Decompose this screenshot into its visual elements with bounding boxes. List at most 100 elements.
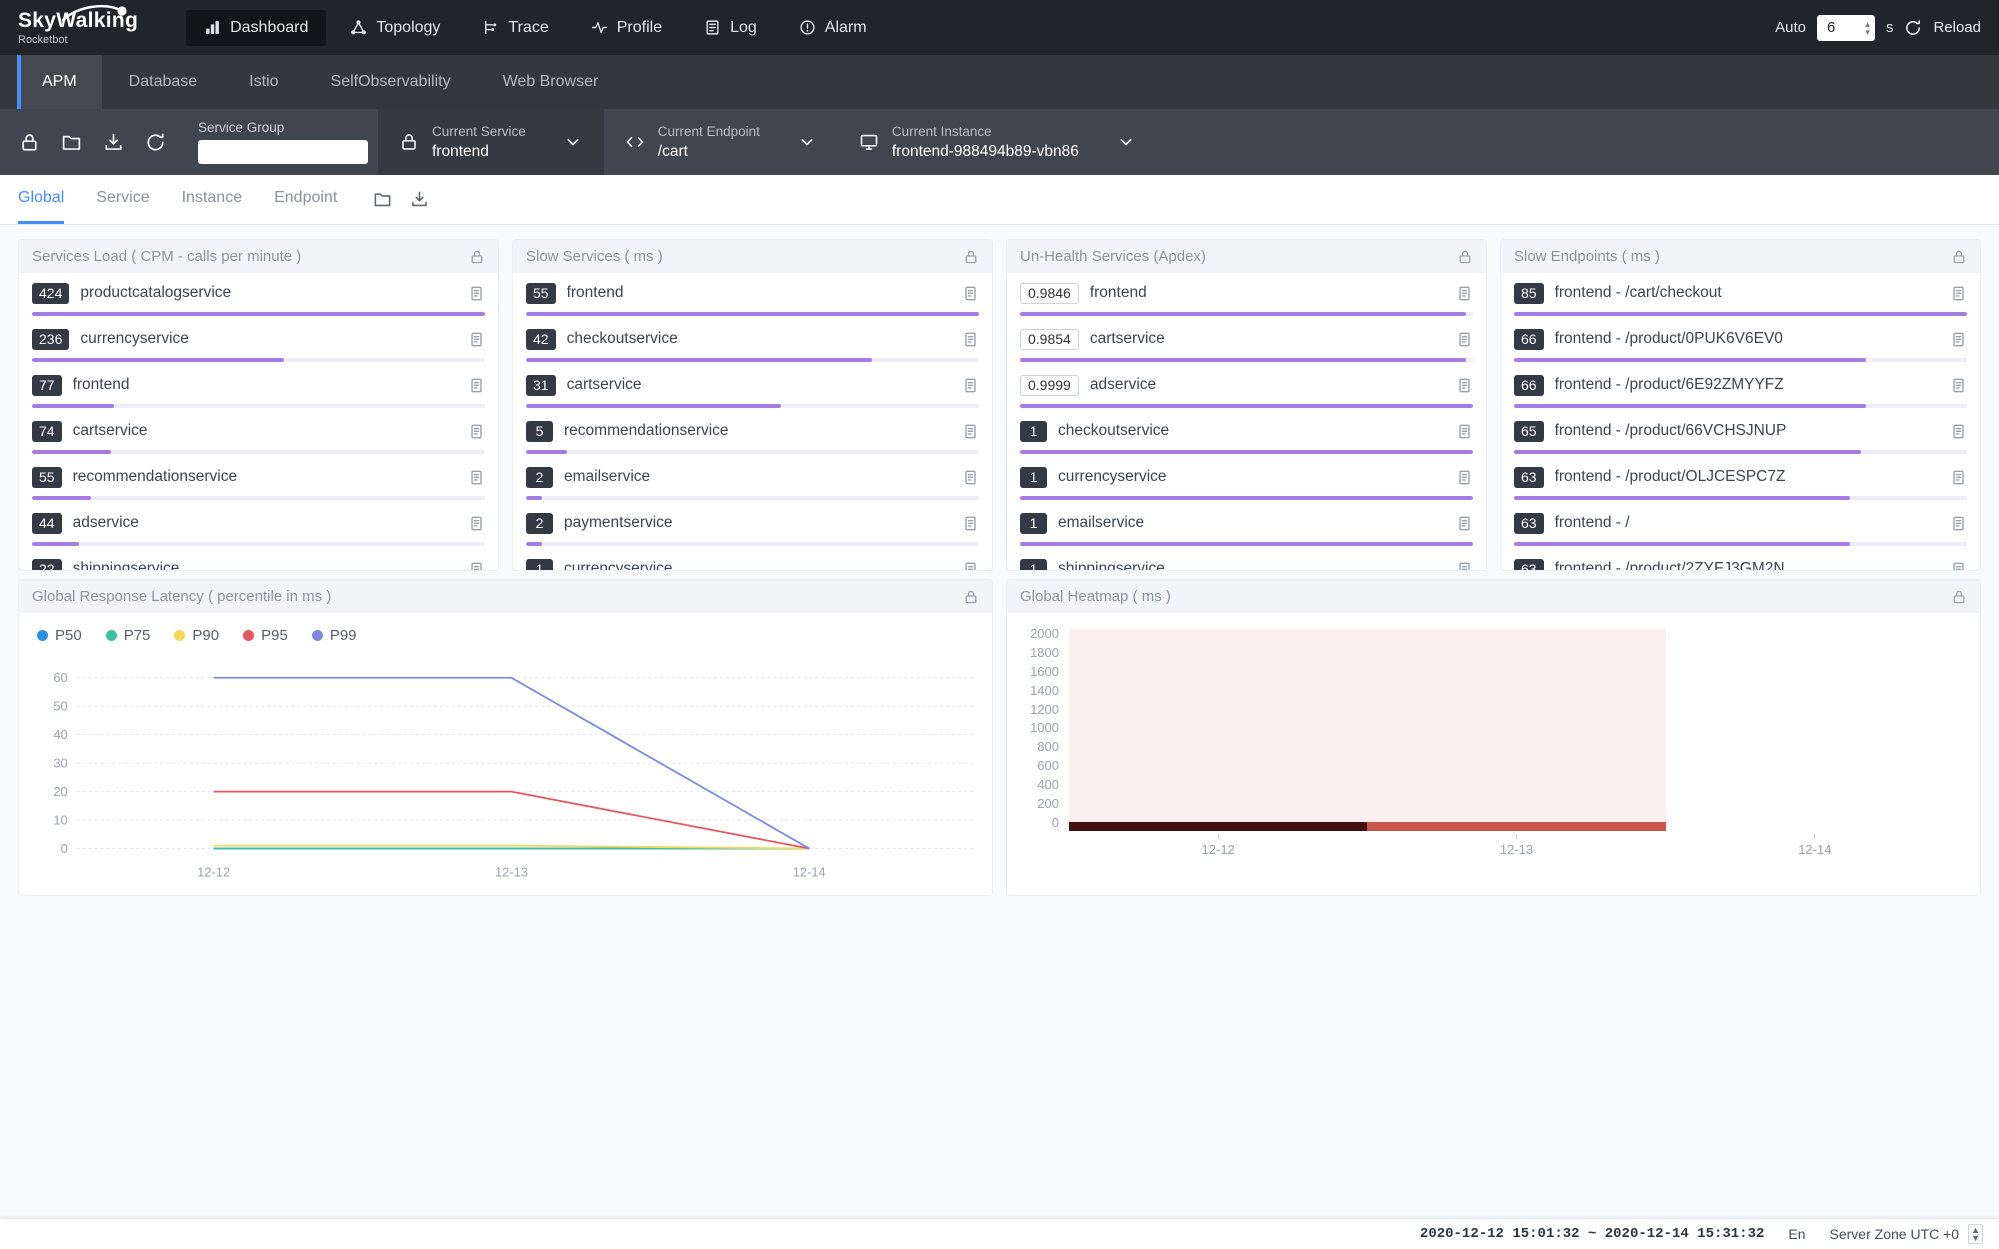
detail-icon[interactable] [1950,561,1967,571]
detail-icon[interactable] [1456,331,1473,348]
legend-item-p90[interactable]: P90 [174,627,219,644]
detail-icon[interactable] [1456,561,1473,571]
list-item: 66 frontend - /product/0PUK6V6EV0 [1514,322,1967,368]
detail-icon[interactable] [1950,377,1967,394]
selector-label: Current Endpoint [658,124,760,139]
detail-icon[interactable] [1950,285,1967,302]
detail-icon[interactable] [962,515,979,532]
page-tab-web-browser[interactable]: Web Browser [478,55,624,109]
detail-icon[interactable] [1950,469,1967,486]
list-item: 1 currencyservice [1020,460,1473,506]
detail-icon[interactable] [1456,377,1473,394]
selector-value: frontend-988494b89-vbn86 [892,143,1079,161]
auto-interval-stepper[interactable]: ▴▾ [1865,20,1870,36]
view-tab-service[interactable]: Service [96,175,149,224]
selector-value: frontend [432,143,526,161]
nav-item-log[interactable]: Log [686,10,775,46]
list-item: 74 cartservice [32,414,485,460]
detail-icon[interactable] [962,377,979,394]
heatmap-y-axis: 2000180016001400120010008006004002000 [1023,629,1069,831]
lock-icon[interactable] [469,249,485,265]
detail-icon[interactable] [962,423,979,440]
detail-icon[interactable] [1950,515,1967,532]
svg-text:60: 60 [53,670,67,685]
folder-button[interactable] [50,121,92,163]
heatmap-chart: 2000180016001400120010008006004002000 12… [1007,613,1980,895]
reload-icon[interactable] [1904,19,1922,37]
detail-icon[interactable] [1950,423,1967,440]
legend-item-p50[interactable]: P50 [37,627,82,644]
profile-icon [591,19,608,36]
view-tab-instance[interactable]: Instance [182,175,242,224]
refresh-button[interactable] [134,121,176,163]
lock-icon[interactable] [1457,249,1473,265]
view-tabs: Global Service Instance Endpoint [0,175,1999,225]
toolbar-buttons [8,121,176,163]
detail-icon[interactable] [962,561,979,571]
list-item: 1 emailservice [1020,506,1473,552]
item-label: currencyservice [1058,468,1445,486]
nav-item-dashboard[interactable]: Dashboard [186,10,326,46]
folder-icon[interactable] [373,190,392,209]
time-range-picker[interactable]: 2020-12-12 15:01:32 ~ 2020-12-14 15:31:3… [1420,1226,1764,1242]
lock-icon[interactable] [963,249,979,265]
lock-button[interactable] [8,121,50,163]
nav-item-topology[interactable]: Topology [332,10,458,46]
latency-legend: P50 P75 P90 P95 P99 [31,617,980,648]
detail-icon[interactable] [1456,515,1473,532]
detail-icon[interactable] [468,515,485,532]
chart-cards: Global Response Latency ( percentile in … [18,579,1981,896]
nav-item-profile[interactable]: Profile [573,10,680,46]
detail-icon[interactable] [468,423,485,440]
service-group-input[interactable] [198,140,368,164]
view-tab-global[interactable]: Global [18,175,64,224]
detail-icon[interactable] [1456,469,1473,486]
lock-icon[interactable] [963,589,979,605]
detail-icon[interactable] [962,331,979,348]
heatmap-cell [1367,822,1665,831]
selector-current-service[interactable]: Current Service frontend [378,109,604,175]
view-tab-label: Global [18,189,64,207]
value-badge: 0.9999 [1020,375,1079,396]
legend-item-p75[interactable]: P75 [106,627,151,644]
page-tab-selfobservability[interactable]: SelfObservability [306,55,476,109]
page-tab-istio[interactable]: Istio [224,55,303,109]
detail-icon[interactable] [1950,331,1967,348]
legend-item-p99[interactable]: P99 [312,627,357,644]
lock-icon[interactable] [1951,249,1967,265]
item-bar [1514,312,1967,316]
detail-icon[interactable] [468,561,485,571]
selector-current-instance[interactable]: Current Instance frontend-988494b89-vbn8… [838,109,1157,175]
view-tab-endpoint[interactable]: Endpoint [274,175,337,224]
reload-button[interactable]: Reload [1933,19,1981,36]
selector-label: Current Service [432,124,526,139]
nav-item-alarm[interactable]: Alarm [781,10,885,46]
detail-icon[interactable] [962,469,979,486]
legend-item-p95[interactable]: P95 [243,627,288,644]
detail-icon[interactable] [468,285,485,302]
lock-icon[interactable] [1951,589,1967,605]
selector-label: Current Instance [892,124,1079,139]
export-icon[interactable] [410,190,429,209]
navbar-controls: Auto 6 ▴▾ s Reload [1775,15,1981,41]
detail-icon[interactable] [1456,423,1473,440]
page-tab-label: SelfObservability [331,73,451,91]
detail-icon[interactable] [468,469,485,486]
detail-icon[interactable] [468,331,485,348]
language-toggle[interactable]: En [1788,1226,1805,1242]
logo[interactable]: SkyWalking Rocketbot [18,9,138,46]
detail-icon[interactable] [962,285,979,302]
heatmap-cell [1069,822,1367,831]
selector-current-endpoint[interactable]: Current Endpoint /cart [604,109,838,175]
item-label: emailservice [1058,514,1445,532]
value-badge: 44 [32,513,62,534]
value-badge: 236 [32,329,69,350]
detail-icon[interactable] [468,377,485,394]
auto-interval-input[interactable]: 6 ▴▾ [1817,15,1875,41]
export-button[interactable] [92,121,134,163]
page-tab-apm[interactable]: APM [17,55,102,109]
server-zone-stepper[interactable]: ▲▼ [1968,1224,1983,1244]
nav-item-trace[interactable]: Trace [464,10,566,46]
detail-icon[interactable] [1456,285,1473,302]
page-tab-database[interactable]: Database [104,55,223,109]
